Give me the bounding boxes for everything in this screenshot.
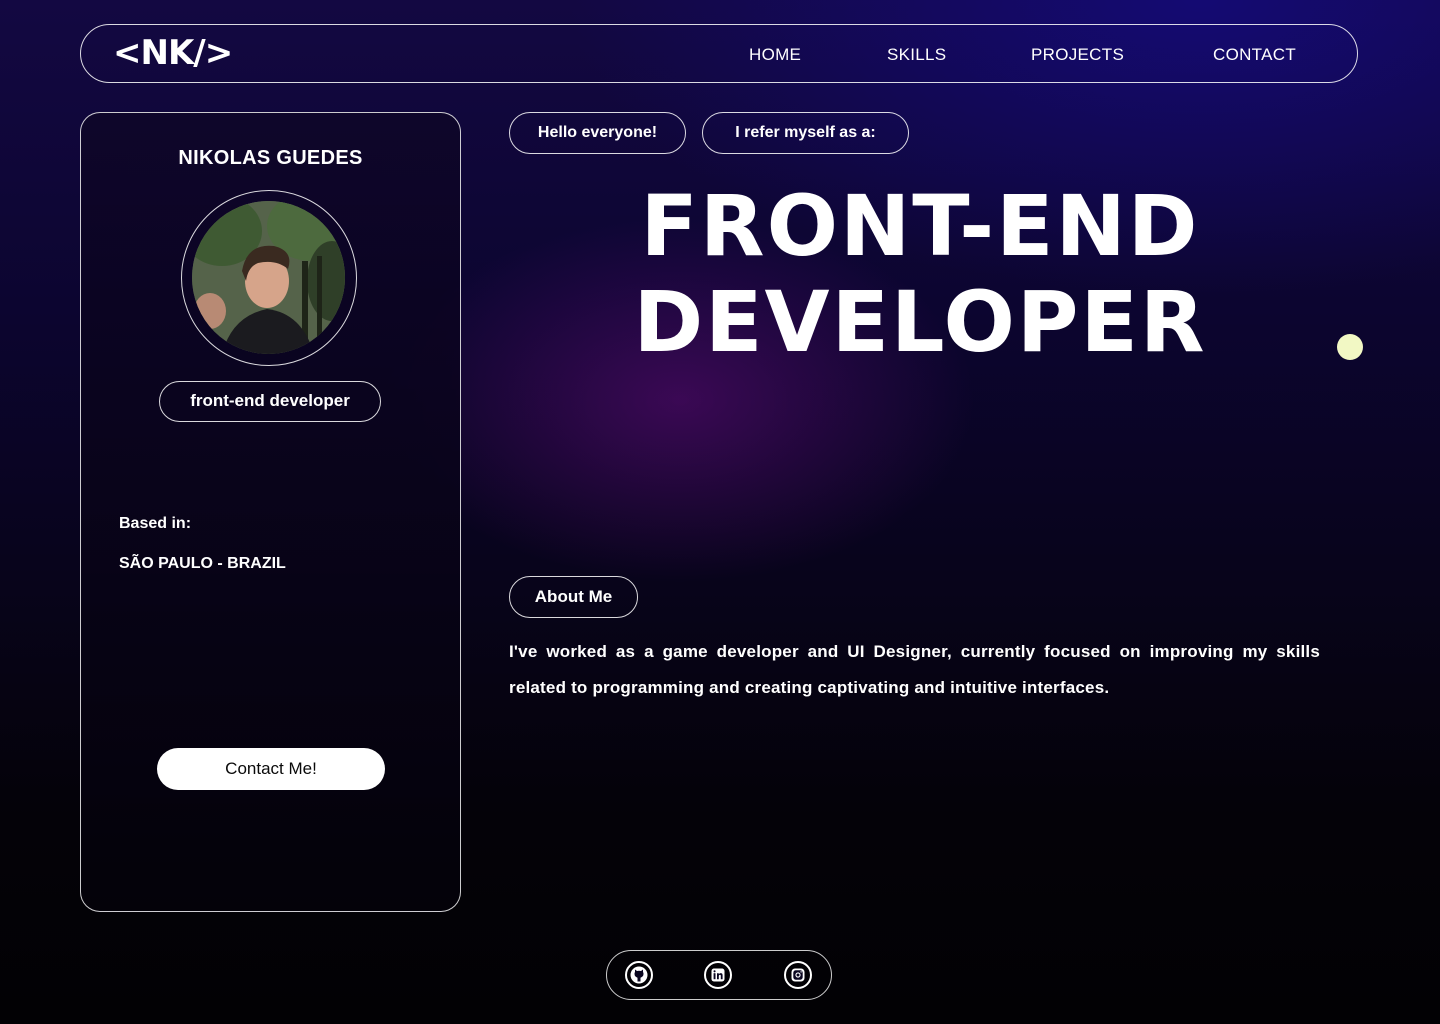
github-icon[interactable] <box>624 960 654 990</box>
accent-dot <box>1337 334 1363 360</box>
instagram-icon[interactable] <box>783 960 813 990</box>
about-me-tag: About Me <box>509 576 638 618</box>
contact-me-button[interactable]: Contact Me! <box>157 748 385 790</box>
location-text: SÃO PAULO - BRAZIL <box>119 555 286 572</box>
profile-card: NIKOLAS GUEDES front-end developer Based… <box>80 112 461 912</box>
nav-link-projects[interactable]: PROJECTS <box>1031 45 1124 65</box>
avatar-photo <box>192 201 345 354</box>
nav-link-home[interactable]: HOME <box>749 45 801 65</box>
about-text: I've worked as a game developer and UI D… <box>509 642 1320 697</box>
logo[interactable]: <NK/> <box>113 35 233 71</box>
avatar-ring <box>181 190 357 366</box>
profile-name: NIKOLAS GUEDES <box>178 147 363 169</box>
based-in-label: Based in: <box>119 515 192 532</box>
navbar: <NK/> HOME SKILLS PROJECTS CONTACT <box>80 24 1358 83</box>
role-badge: front-end developer <box>159 381 381 422</box>
linkedin-icon[interactable] <box>703 960 733 990</box>
nav-link-contact[interactable]: CONTACT <box>1213 45 1296 65</box>
avatar <box>192 201 345 354</box>
refer-tag: I refer myself as a: <box>702 112 909 154</box>
nav-link-skills[interactable]: SKILLS <box>887 45 946 65</box>
social-bar <box>606 950 832 1000</box>
headline-line-2: DEVELOPER <box>633 273 1207 371</box>
greeting-tag: Hello everyone! <box>509 112 686 154</box>
headline-line-1: FRONT-END <box>640 177 1200 275</box>
